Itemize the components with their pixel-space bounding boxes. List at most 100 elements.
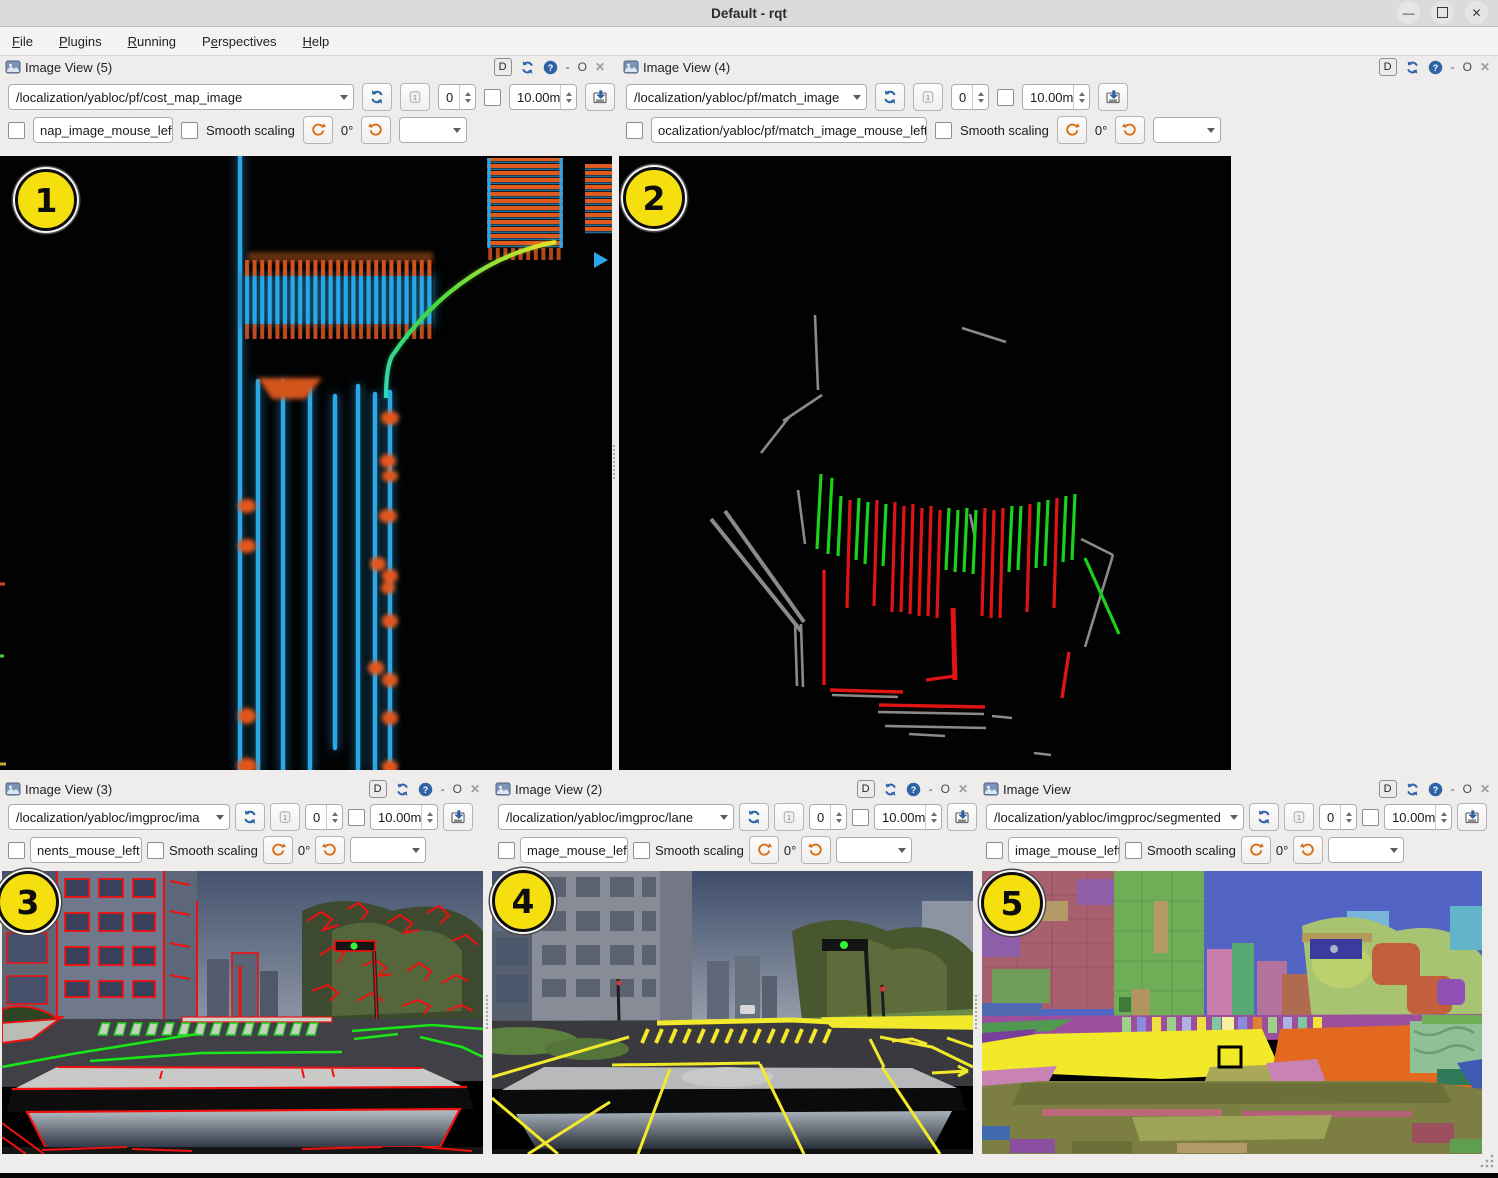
refresh-topics-button[interactable] — [362, 83, 392, 111]
panel-titlebar[interactable]: Image View (3) D ? - O ✕ — [0, 778, 488, 800]
dynamic-range-checkbox[interactable] — [852, 809, 869, 826]
panel-minimize-button[interactable]: - — [566, 60, 570, 74]
panel-close-button[interactable]: ✕ — [1480, 60, 1490, 74]
panel-close-button[interactable]: ✕ — [958, 782, 968, 796]
mouse-topic-field[interactable]: mage_mouse_left — [520, 837, 628, 863]
spin-arrows-icon[interactable] — [1073, 85, 1089, 109]
refresh-topics-button[interactable] — [875, 83, 905, 111]
publish-click-checkbox[interactable] — [8, 842, 25, 859]
spin-arrows-icon[interactable] — [421, 805, 437, 829]
menu-file[interactable]: File — [12, 34, 33, 49]
panel-restore-button[interactable]: O — [1463, 782, 1472, 796]
panel-minimize-button[interactable]: - — [441, 782, 445, 796]
save-image-button[interactable] — [1457, 803, 1487, 831]
panel-minimize-button[interactable]: - — [929, 782, 933, 796]
segmented-image[interactable] — [982, 871, 1482, 1154]
dock-button[interactable]: D — [1379, 780, 1397, 798]
publish-click-checkbox[interactable] — [498, 842, 515, 859]
reload-plugin-icon[interactable] — [395, 782, 410, 797]
frame-spinbox[interactable]: 0 — [1319, 804, 1357, 830]
save-image-button[interactable] — [585, 83, 615, 111]
panel-minimize-button[interactable]: - — [1451, 60, 1455, 74]
reload-plugin-icon[interactable] — [883, 782, 898, 797]
refresh-topics-button[interactable] — [1249, 803, 1279, 831]
smooth-scaling-checkbox[interactable] — [147, 842, 164, 859]
topic-select[interactable]: /localization/yabloc/imgproc/segmented — [986, 804, 1244, 830]
dynamic-range-checkbox[interactable] — [348, 809, 365, 826]
spin-arrows-icon[interactable] — [326, 805, 342, 829]
topic-select[interactable]: /localization/yabloc/imgproc/ima — [8, 804, 230, 830]
dynamic-range-checkbox[interactable] — [484, 89, 501, 106]
snapshot-button[interactable]: 1 — [1284, 803, 1314, 831]
menu-running[interactable]: Running — [128, 34, 176, 49]
splitter-handle[interactable] — [486, 995, 490, 1029]
match-image[interactable] — [619, 156, 1231, 770]
help-icon[interactable]: ? — [1428, 782, 1443, 797]
rotate-cw-button[interactable] — [801, 836, 831, 864]
panel-restore-button[interactable]: O — [1463, 60, 1472, 74]
panel-titlebar[interactable]: Image View (5) D ? - O ✕ — [0, 56, 613, 78]
mouse-topic-field[interactable]: nents_mouse_left — [30, 837, 142, 863]
splitter-handle[interactable] — [613, 445, 617, 479]
rotate-cw-button[interactable] — [315, 836, 345, 864]
rotation-combo[interactable] — [399, 117, 467, 143]
rotate-ccw-button[interactable] — [263, 836, 293, 864]
panel-titlebar[interactable]: Image View (2) D ? - O ✕ — [490, 778, 976, 800]
panel-restore-button[interactable]: O — [941, 782, 950, 796]
panel-close-button[interactable]: ✕ — [595, 60, 605, 74]
spin-arrows-icon[interactable] — [925, 805, 941, 829]
panel-restore-button[interactable]: O — [453, 782, 462, 796]
rotate-ccw-button[interactable] — [1241, 836, 1271, 864]
rotation-combo[interactable] — [1153, 117, 1221, 143]
dock-button[interactable]: D — [369, 780, 387, 798]
spin-arrows-icon[interactable] — [1435, 805, 1451, 829]
refresh-topics-button[interactable] — [235, 803, 265, 831]
smooth-scaling-checkbox[interactable] — [181, 122, 198, 139]
menu-plugins[interactable]: Plugins — [59, 34, 102, 49]
snapshot-button[interactable]: 1 — [913, 83, 943, 111]
spin-arrows-icon[interactable] — [1340, 805, 1356, 829]
panel-close-button[interactable]: ✕ — [470, 782, 480, 796]
panel-titlebar[interactable]: Image View (4) D ? - O ✕ — [618, 56, 1498, 78]
cost-map-image[interactable] — [0, 156, 612, 770]
refresh-topics-button[interactable] — [739, 803, 769, 831]
max-range-spinbox[interactable]: 10.00m — [874, 804, 942, 830]
help-icon[interactable]: ? — [906, 782, 921, 797]
smooth-scaling-checkbox[interactable] — [633, 842, 650, 859]
publish-click-checkbox[interactable] — [986, 842, 1003, 859]
save-image-button[interactable] — [443, 803, 473, 831]
frame-spinbox[interactable]: 0 — [809, 804, 847, 830]
max-range-spinbox[interactable]: 10.00m — [1022, 84, 1090, 110]
max-range-spinbox[interactable]: 10.00m — [509, 84, 577, 110]
spin-arrows-icon[interactable] — [830, 805, 846, 829]
help-icon[interactable]: ? — [1428, 60, 1443, 75]
smooth-scaling-checkbox[interactable] — [1125, 842, 1142, 859]
splitter-handle[interactable] — [975, 995, 979, 1029]
publish-click-checkbox[interactable] — [626, 122, 643, 139]
smooth-scaling-checkbox[interactable] — [935, 122, 952, 139]
rotation-combo[interactable] — [1328, 837, 1404, 863]
panel-restore-button[interactable]: O — [578, 60, 587, 74]
panel-titlebar[interactable]: Image View D ? - O ✕ — [978, 778, 1498, 800]
save-image-button[interactable] — [1098, 83, 1128, 111]
dock-button[interactable]: D — [494, 58, 512, 76]
menu-help[interactable]: Help — [302, 34, 329, 49]
save-image-button[interactable] — [947, 803, 977, 831]
lane-image[interactable] — [492, 871, 973, 1154]
snapshot-button[interactable]: 1 — [400, 83, 430, 111]
help-icon[interactable]: ? — [418, 782, 433, 797]
help-icon[interactable]: ? — [543, 60, 558, 75]
window-maximize-button[interactable] — [1431, 1, 1454, 24]
rotation-combo[interactable] — [350, 837, 426, 863]
snapshot-button[interactable]: 1 — [270, 803, 300, 831]
frame-spinbox[interactable]: 0 — [438, 84, 476, 110]
line-segments-image[interactable] — [2, 871, 483, 1154]
mouse-topic-field[interactable]: image_mouse_left — [1008, 837, 1120, 863]
reload-plugin-icon[interactable] — [1405, 60, 1420, 75]
menu-perspectives[interactable]: Perspectives — [202, 34, 276, 49]
frame-spinbox[interactable]: 0 — [951, 84, 989, 110]
window-titlebar[interactable]: Default - rqt — ✕ — [0, 0, 1498, 27]
publish-click-checkbox[interactable] — [8, 122, 25, 139]
reload-plugin-icon[interactable] — [520, 60, 535, 75]
dynamic-range-checkbox[interactable] — [997, 89, 1014, 106]
